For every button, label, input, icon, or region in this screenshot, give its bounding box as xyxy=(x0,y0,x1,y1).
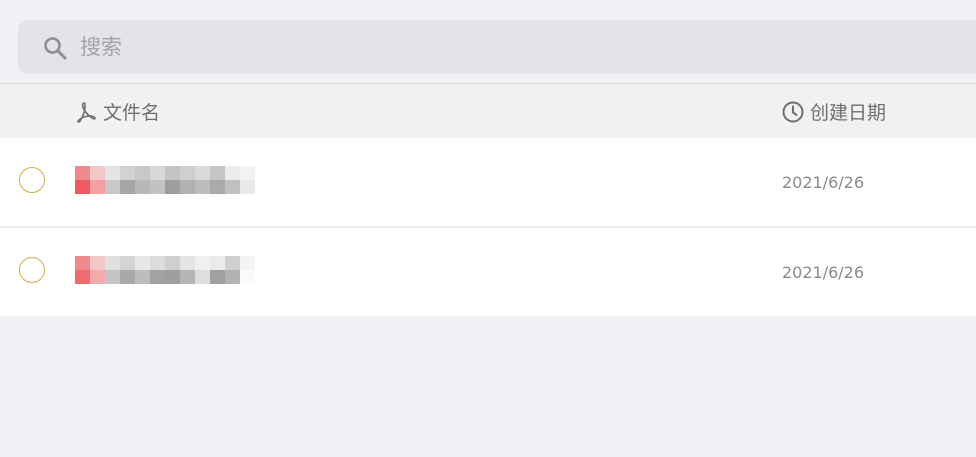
select-radio[interactable] xyxy=(19,167,45,193)
file-row[interactable]: 2021/6/26 xyxy=(0,226,976,316)
search-input[interactable] xyxy=(80,20,880,74)
pdf-icon xyxy=(77,101,96,123)
column-header-filename-label: 文件名 xyxy=(103,102,161,124)
file-name-redacted xyxy=(75,166,255,194)
file-list: 2021/6/26 2021/6/26 xyxy=(0,138,976,316)
select-radio[interactable] xyxy=(19,257,45,283)
search-bar[interactable] xyxy=(18,20,976,74)
column-header-filename[interactable]: 文件名 xyxy=(74,84,160,139)
file-created-date: 2021/6/26 xyxy=(782,262,865,282)
file-row[interactable]: 2021/6/26 xyxy=(0,138,976,226)
column-header-created-date-label: 创建日期 xyxy=(810,102,887,124)
file-list-header: 文件名 创建日期 xyxy=(0,83,976,139)
file-created-date: 2021/6/26 xyxy=(782,172,865,192)
file-name-redacted xyxy=(75,256,255,284)
column-header-created-date[interactable]: 创建日期 xyxy=(781,84,886,139)
clock-icon xyxy=(782,101,804,122)
search-icon xyxy=(44,37,67,60)
